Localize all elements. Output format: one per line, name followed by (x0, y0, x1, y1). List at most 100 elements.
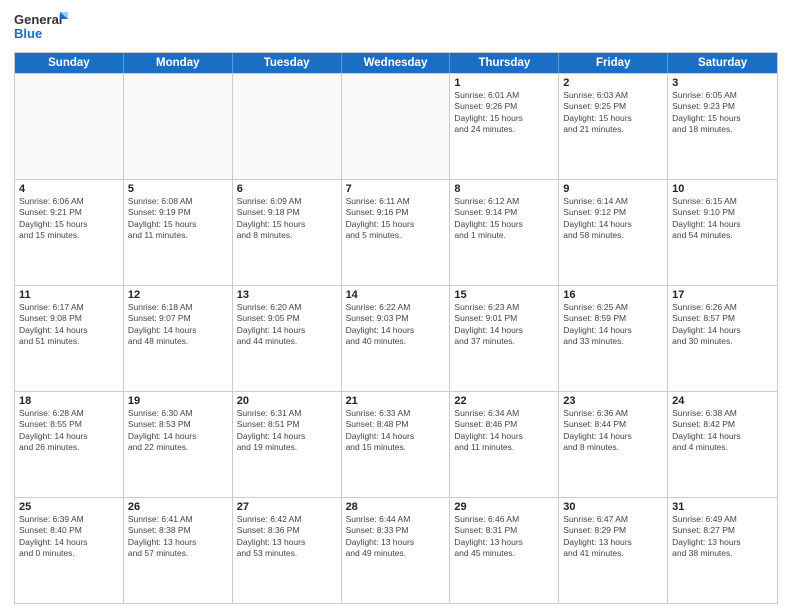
week-row-5: 25Sunrise: 6:39 AM Sunset: 8:40 PM Dayli… (15, 497, 777, 603)
week-row-1: 1Sunrise: 6:01 AM Sunset: 9:26 PM Daylig… (15, 73, 777, 179)
day-number-9: 9 (563, 183, 663, 195)
day-19: 19Sunrise: 6:30 AM Sunset: 8:53 PM Dayli… (124, 392, 233, 497)
day-number-28: 28 (346, 501, 446, 513)
day-number-10: 10 (672, 183, 773, 195)
day-number-8: 8 (454, 183, 554, 195)
day-12: 12Sunrise: 6:18 AM Sunset: 9:07 PM Dayli… (124, 286, 233, 391)
day-number-7: 7 (346, 183, 446, 195)
day-detail-14: Sunrise: 6:22 AM Sunset: 9:03 PM Dayligh… (346, 302, 446, 348)
day-8: 8Sunrise: 6:12 AM Sunset: 9:14 PM Daylig… (450, 180, 559, 285)
day-detail-3: Sunrise: 6:05 AM Sunset: 9:23 PM Dayligh… (672, 90, 773, 136)
day-number-2: 2 (563, 77, 663, 89)
day-number-26: 26 (128, 501, 228, 513)
day-number-20: 20 (237, 395, 337, 407)
day-number-23: 23 (563, 395, 663, 407)
day-detail-26: Sunrise: 6:41 AM Sunset: 8:38 PM Dayligh… (128, 514, 228, 560)
day-detail-22: Sunrise: 6:34 AM Sunset: 8:46 PM Dayligh… (454, 408, 554, 454)
day-number-5: 5 (128, 183, 228, 195)
day-number-29: 29 (454, 501, 554, 513)
day-23: 23Sunrise: 6:36 AM Sunset: 8:44 PM Dayli… (559, 392, 668, 497)
header-saturday: Saturday (668, 53, 777, 73)
day-18: 18Sunrise: 6:28 AM Sunset: 8:55 PM Dayli… (15, 392, 124, 497)
day-detail-4: Sunrise: 6:06 AM Sunset: 9:21 PM Dayligh… (19, 196, 119, 242)
calendar-header: SundayMondayTuesdayWednesdayThursdayFrid… (15, 53, 777, 73)
day-number-30: 30 (563, 501, 663, 513)
page: General Blue SundayMondayTuesdayWednesda… (0, 0, 792, 612)
day-4: 4Sunrise: 6:06 AM Sunset: 9:21 PM Daylig… (15, 180, 124, 285)
day-detail-6: Sunrise: 6:09 AM Sunset: 9:18 PM Dayligh… (237, 196, 337, 242)
day-17: 17Sunrise: 6:26 AM Sunset: 8:57 PM Dayli… (668, 286, 777, 391)
header: General Blue (14, 10, 778, 46)
day-number-6: 6 (237, 183, 337, 195)
day-detail-25: Sunrise: 6:39 AM Sunset: 8:40 PM Dayligh… (19, 514, 119, 560)
day-5: 5Sunrise: 6:08 AM Sunset: 9:19 PM Daylig… (124, 180, 233, 285)
empty-cell-0-1 (124, 74, 233, 179)
day-detail-17: Sunrise: 6:26 AM Sunset: 8:57 PM Dayligh… (672, 302, 773, 348)
day-number-13: 13 (237, 289, 337, 301)
day-number-17: 17 (672, 289, 773, 301)
day-9: 9Sunrise: 6:14 AM Sunset: 9:12 PM Daylig… (559, 180, 668, 285)
day-detail-30: Sunrise: 6:47 AM Sunset: 8:29 PM Dayligh… (563, 514, 663, 560)
day-detail-1: Sunrise: 6:01 AM Sunset: 9:26 PM Dayligh… (454, 90, 554, 136)
header-tuesday: Tuesday (233, 53, 342, 73)
day-detail-20: Sunrise: 6:31 AM Sunset: 8:51 PM Dayligh… (237, 408, 337, 454)
day-13: 13Sunrise: 6:20 AM Sunset: 9:05 PM Dayli… (233, 286, 342, 391)
day-31: 31Sunrise: 6:49 AM Sunset: 8:27 PM Dayli… (668, 498, 777, 603)
day-1: 1Sunrise: 6:01 AM Sunset: 9:26 PM Daylig… (450, 74, 559, 179)
header-sunday: Sunday (15, 53, 124, 73)
day-number-18: 18 (19, 395, 119, 407)
day-14: 14Sunrise: 6:22 AM Sunset: 9:03 PM Dayli… (342, 286, 451, 391)
day-26: 26Sunrise: 6:41 AM Sunset: 8:38 PM Dayli… (124, 498, 233, 603)
day-number-25: 25 (19, 501, 119, 513)
day-detail-19: Sunrise: 6:30 AM Sunset: 8:53 PM Dayligh… (128, 408, 228, 454)
day-detail-23: Sunrise: 6:36 AM Sunset: 8:44 PM Dayligh… (563, 408, 663, 454)
svg-text:General: General (14, 12, 62, 27)
day-16: 16Sunrise: 6:25 AM Sunset: 8:59 PM Dayli… (559, 286, 668, 391)
day-detail-31: Sunrise: 6:49 AM Sunset: 8:27 PM Dayligh… (672, 514, 773, 560)
day-number-16: 16 (563, 289, 663, 301)
day-28: 28Sunrise: 6:44 AM Sunset: 8:33 PM Dayli… (342, 498, 451, 603)
calendar: SundayMondayTuesdayWednesdayThursdayFrid… (14, 52, 778, 604)
header-monday: Monday (124, 53, 233, 73)
day-detail-9: Sunrise: 6:14 AM Sunset: 9:12 PM Dayligh… (563, 196, 663, 242)
day-detail-10: Sunrise: 6:15 AM Sunset: 9:10 PM Dayligh… (672, 196, 773, 242)
day-detail-12: Sunrise: 6:18 AM Sunset: 9:07 PM Dayligh… (128, 302, 228, 348)
day-detail-27: Sunrise: 6:42 AM Sunset: 8:36 PM Dayligh… (237, 514, 337, 560)
logo-svg: General Blue (14, 10, 69, 46)
day-detail-2: Sunrise: 6:03 AM Sunset: 9:25 PM Dayligh… (563, 90, 663, 136)
day-detail-5: Sunrise: 6:08 AM Sunset: 9:19 PM Dayligh… (128, 196, 228, 242)
logo: General Blue (14, 10, 69, 46)
day-number-24: 24 (672, 395, 773, 407)
day-number-27: 27 (237, 501, 337, 513)
day-20: 20Sunrise: 6:31 AM Sunset: 8:51 PM Dayli… (233, 392, 342, 497)
day-detail-21: Sunrise: 6:33 AM Sunset: 8:48 PM Dayligh… (346, 408, 446, 454)
day-25: 25Sunrise: 6:39 AM Sunset: 8:40 PM Dayli… (15, 498, 124, 603)
week-row-3: 11Sunrise: 6:17 AM Sunset: 9:08 PM Dayli… (15, 285, 777, 391)
day-number-4: 4 (19, 183, 119, 195)
header-thursday: Thursday (450, 53, 559, 73)
day-detail-28: Sunrise: 6:44 AM Sunset: 8:33 PM Dayligh… (346, 514, 446, 560)
empty-cell-0-0 (15, 74, 124, 179)
day-detail-8: Sunrise: 6:12 AM Sunset: 9:14 PM Dayligh… (454, 196, 554, 242)
day-detail-16: Sunrise: 6:25 AM Sunset: 8:59 PM Dayligh… (563, 302, 663, 348)
day-number-15: 15 (454, 289, 554, 301)
header-wednesday: Wednesday (342, 53, 451, 73)
day-6: 6Sunrise: 6:09 AM Sunset: 9:18 PM Daylig… (233, 180, 342, 285)
calendar-body: 1Sunrise: 6:01 AM Sunset: 9:26 PM Daylig… (15, 73, 777, 603)
day-number-14: 14 (346, 289, 446, 301)
day-detail-13: Sunrise: 6:20 AM Sunset: 9:05 PM Dayligh… (237, 302, 337, 348)
day-30: 30Sunrise: 6:47 AM Sunset: 8:29 PM Dayli… (559, 498, 668, 603)
day-number-21: 21 (346, 395, 446, 407)
day-number-31: 31 (672, 501, 773, 513)
day-number-1: 1 (454, 77, 554, 89)
day-21: 21Sunrise: 6:33 AM Sunset: 8:48 PM Dayli… (342, 392, 451, 497)
day-detail-29: Sunrise: 6:46 AM Sunset: 8:31 PM Dayligh… (454, 514, 554, 560)
week-row-4: 18Sunrise: 6:28 AM Sunset: 8:55 PM Dayli… (15, 391, 777, 497)
day-27: 27Sunrise: 6:42 AM Sunset: 8:36 PM Dayli… (233, 498, 342, 603)
day-detail-7: Sunrise: 6:11 AM Sunset: 9:16 PM Dayligh… (346, 196, 446, 242)
header-friday: Friday (559, 53, 668, 73)
day-number-22: 22 (454, 395, 554, 407)
day-11: 11Sunrise: 6:17 AM Sunset: 9:08 PM Dayli… (15, 286, 124, 391)
day-7: 7Sunrise: 6:11 AM Sunset: 9:16 PM Daylig… (342, 180, 451, 285)
day-number-3: 3 (672, 77, 773, 89)
